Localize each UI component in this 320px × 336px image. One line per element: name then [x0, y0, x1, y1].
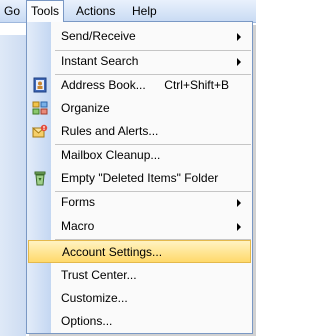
menu-item-shortcut: Ctrl+Shift+B — [164, 78, 229, 92]
menu-tools[interactable]: Tools — [26, 0, 65, 22]
recycle-bin-icon — [32, 170, 48, 186]
tools-dropdown-menu: Send/Receive Instant Search Address Book… — [26, 21, 253, 334]
menu-item-label: Send/Receive — [61, 29, 136, 43]
menu-item-label: Options... — [61, 314, 113, 328]
menu-item-label: Macro — [61, 219, 95, 233]
menu-item-label: Rules and Alerts... — [61, 124, 159, 138]
background-pane-top — [0, 23, 26, 35]
menu-item-organize[interactable]: Organize — [28, 97, 251, 120]
submenu-arrow-icon — [237, 199, 241, 207]
menu-item-customize[interactable]: Customize... — [28, 287, 251, 310]
menu-actions[interactable]: Actions — [72, 0, 119, 22]
address-book-icon — [32, 77, 48, 93]
menu-item-label: Address Book... — [61, 78, 146, 92]
menu-help[interactable]: Help — [128, 0, 161, 22]
menu-item-label: Empty "Deleted Items" Folder — [61, 171, 219, 185]
menu-item-trust-center[interactable]: Trust Center... — [28, 264, 251, 287]
menu-item-label: Trust Center... — [61, 268, 137, 282]
menu-go[interactable]: Go — [0, 0, 24, 22]
organize-icon — [32, 100, 48, 116]
background-pane — [0, 23, 26, 336]
submenu-arrow-icon — [237, 58, 241, 66]
submenu-arrow-icon — [237, 223, 241, 231]
menu-item-options[interactable]: Options... — [28, 310, 251, 333]
menu-item-forms[interactable]: Forms — [28, 191, 251, 214]
menu-item-label: Organize — [61, 101, 110, 115]
menu-item-label: Customize... — [61, 291, 128, 305]
menu-item-address-book[interactable]: Address Book... Ctrl+Shift+B — [28, 74, 251, 97]
menu-item-account-settings[interactable]: Account Settings... — [28, 240, 251, 263]
menu-item-empty-deleted-items[interactable]: Empty "Deleted Items" Folder — [28, 167, 251, 190]
menu-item-macro[interactable]: Macro — [28, 215, 251, 238]
submenu-arrow-icon — [237, 33, 241, 41]
menu-item-label: Mailbox Cleanup... — [61, 148, 161, 162]
menu-item-label: Instant Search — [61, 54, 139, 68]
menu-item-mailbox-cleanup[interactable]: Mailbox Cleanup... — [28, 144, 251, 167]
menu-item-label: Account Settings... — [62, 245, 163, 259]
menu-item-send-receive[interactable]: Send/Receive — [28, 25, 251, 48]
menu-item-rules-alerts[interactable]: Rules and Alerts... — [28, 120, 251, 143]
menu-bar: Go Tools Actions Help — [0, 0, 256, 23]
menu-item-label: Forms — [61, 195, 95, 209]
rules-alerts-icon — [31, 123, 48, 139]
menu-item-instant-search[interactable]: Instant Search — [28, 50, 251, 73]
